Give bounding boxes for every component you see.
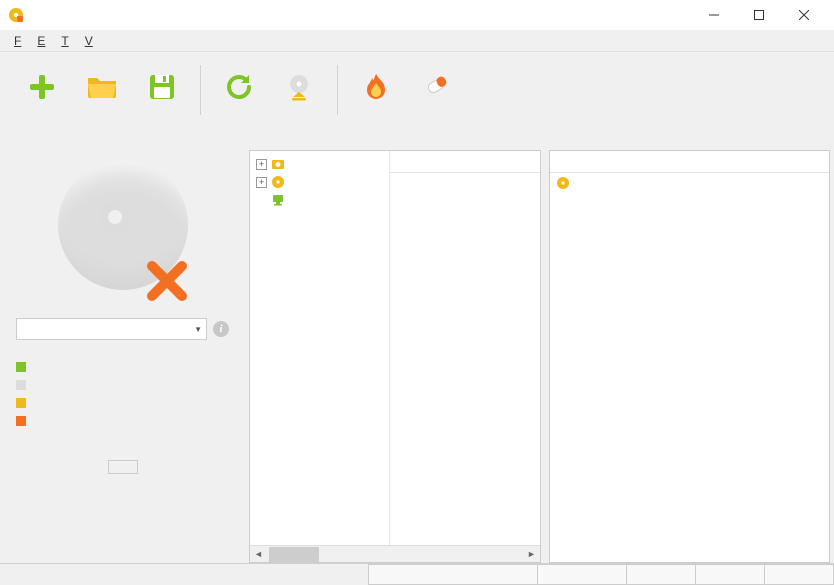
info-panel-body: ▼ i — [0, 150, 245, 563]
toolbar-separator — [337, 65, 338, 115]
stat-exceeded — [16, 412, 229, 430]
explorer-scrollbar[interactable]: ◄ ► — [250, 545, 540, 562]
menu-tools[interactable]: T — [53, 32, 76, 50]
disc-graphic — [48, 160, 198, 310]
menu-file[interactable]: F — [6, 32, 29, 50]
flame-icon — [360, 71, 392, 103]
eject-icon — [283, 71, 315, 103]
image-col-header — [550, 151, 829, 173]
expand-icon[interactable]: + — [256, 177, 267, 188]
menu-edit[interactable]: E — [29, 32, 53, 50]
pickup-existing-data-button[interactable] — [108, 460, 138, 474]
drive-select[interactable]: ▼ — [16, 318, 207, 340]
scroll-left-icon[interactable]: ◄ — [250, 546, 267, 563]
refresh-button[interactable] — [209, 65, 269, 115]
explorer-list — [390, 151, 540, 562]
folder-icon — [86, 71, 118, 103]
erase-button[interactable] — [406, 65, 466, 115]
info-panel-title — [0, 127, 245, 150]
chevron-down-icon: ▼ — [194, 325, 202, 334]
toolbar — [0, 52, 834, 127]
toolbar-separator — [200, 65, 201, 115]
disc-icon — [556, 176, 570, 190]
free-swatch — [16, 380, 26, 390]
image-panel-title — [545, 127, 834, 150]
image-panel — [545, 127, 834, 563]
explorer-col-name[interactable] — [390, 151, 540, 173]
open-button[interactable] — [72, 65, 132, 115]
save-button[interactable] — [132, 65, 192, 115]
status-spacer — [0, 564, 369, 585]
disc-stats — [16, 358, 229, 430]
hdd-icon — [271, 157, 285, 171]
explorer-tree: + + — [250, 151, 390, 562]
menu-view[interactable]: V — [77, 32, 101, 50]
explorer-panel-title — [245, 127, 545, 150]
stat-free — [16, 376, 229, 394]
app-icon — [8, 7, 24, 23]
expand-icon[interactable]: + — [256, 159, 267, 170]
used-swatch — [16, 398, 26, 408]
panel-area: ▼ i — [0, 127, 834, 563]
burn-button[interactable] — [346, 65, 406, 115]
eraser-icon — [420, 71, 452, 103]
title-bar — [0, 0, 834, 30]
exceeded-swatch — [16, 416, 26, 426]
window-controls — [691, 0, 826, 30]
explorer-panel: + + ◄ — [245, 127, 545, 563]
drive-row: ▼ i — [16, 318, 229, 340]
disc-hole-icon — [100, 202, 130, 232]
eject-button[interactable] — [269, 65, 329, 115]
save-icon — [146, 71, 178, 103]
scroll-right-icon[interactable]: ► — [523, 546, 540, 563]
dvd-icon — [271, 175, 285, 189]
plus-icon — [26, 71, 58, 103]
refresh-icon — [223, 71, 255, 103]
stat-used — [16, 394, 229, 412]
explorer-panel-body: + + ◄ — [249, 150, 541, 563]
image-panel-body — [549, 150, 830, 563]
planned-swatch — [16, 362, 26, 372]
status-size-1 — [626, 564, 696, 585]
maximize-button[interactable] — [736, 0, 781, 30]
tree-item-dvd-drive[interactable]: + — [252, 173, 387, 191]
status-link[interactable] — [368, 564, 538, 585]
stat-planned — [16, 358, 229, 376]
close-button[interactable] — [781, 0, 826, 30]
network-icon — [271, 193, 285, 207]
menu-bar: F E T V — [0, 30, 834, 52]
tree-item-network[interactable] — [252, 191, 387, 209]
info-panel: ▼ i — [0, 127, 245, 563]
image-row[interactable] — [550, 173, 829, 193]
status-size-2 — [695, 564, 765, 585]
status-bar — [0, 563, 834, 585]
new-button[interactable] — [12, 65, 72, 115]
minimize-button[interactable] — [691, 0, 736, 30]
scroll-thumb[interactable] — [269, 547, 319, 562]
status-size-3 — [764, 564, 834, 585]
x-mark-icon — [146, 260, 188, 302]
tree-item-local-disc[interactable]: + — [252, 155, 387, 173]
status-disc — [537, 564, 627, 585]
info-icon[interactable]: i — [213, 321, 229, 337]
